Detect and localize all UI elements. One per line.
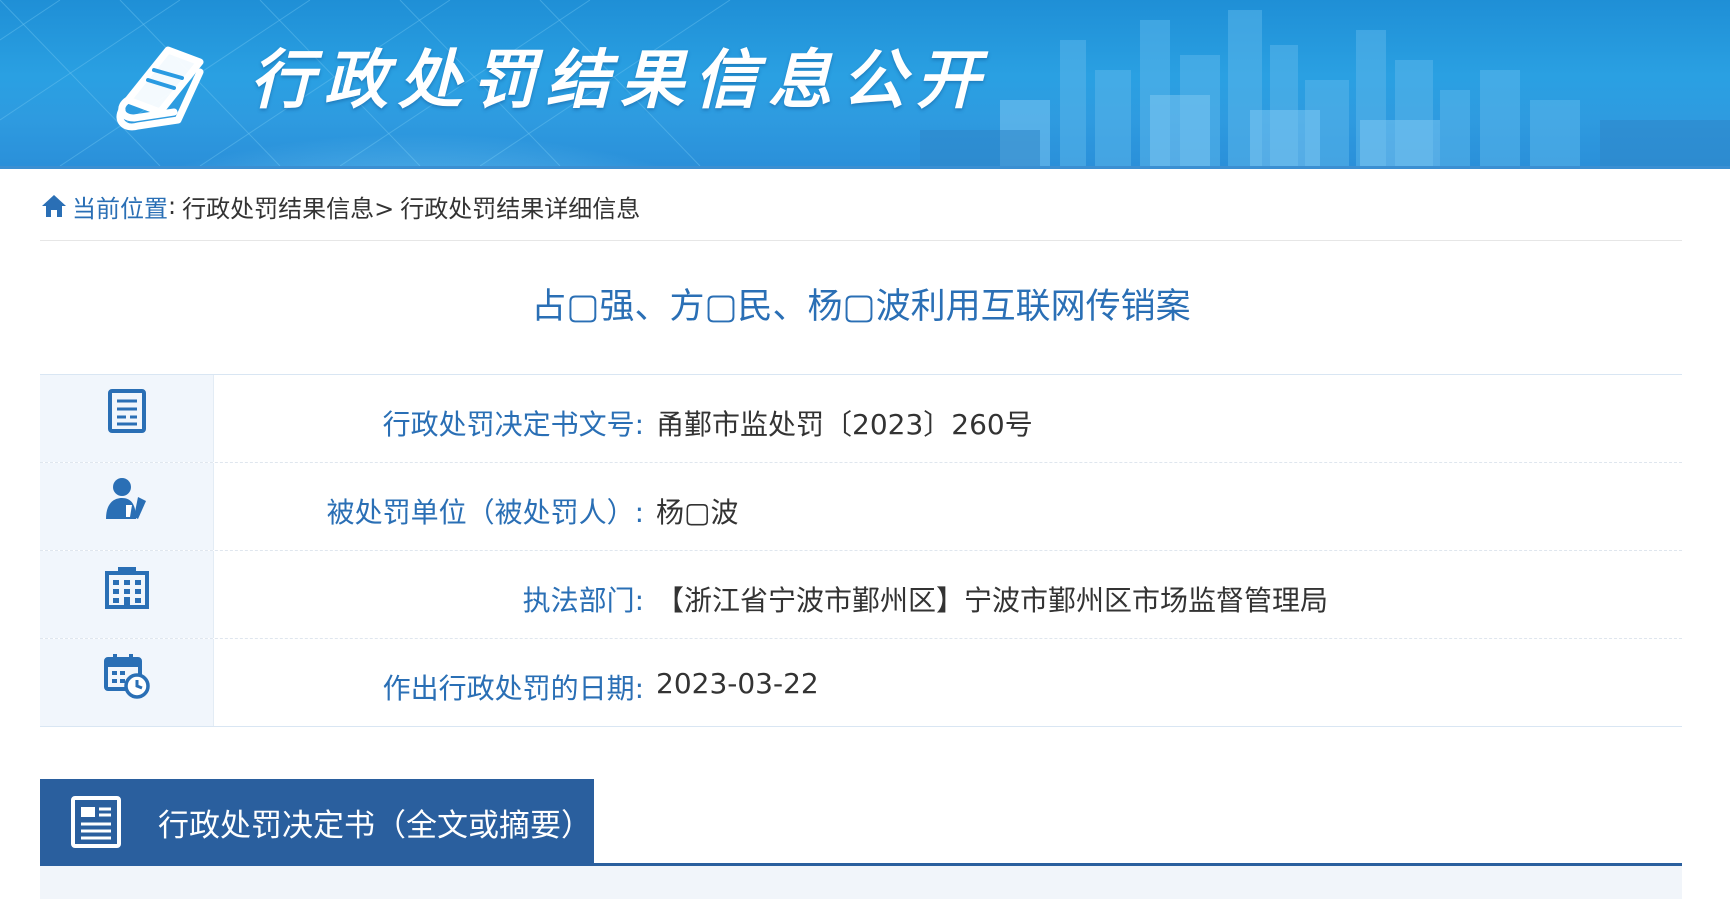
- breadcrumb-item-detail: 行政处罚结果详细信息: [400, 194, 641, 223]
- info-label: 执法部门:: [522, 584, 644, 617]
- document-list-icon: [108, 389, 146, 433]
- banner-bottom-border: [0, 166, 1730, 169]
- info-label: 作出行政处罚的日期:: [382, 672, 644, 705]
- info-row-penalty-date: 作出行政处罚的日期: 2023-03-22: [40, 639, 1682, 727]
- building-icon: [105, 567, 149, 609]
- breadcrumb: 当前位置 : 行政处罚结果信息> 行政处罚结果详细信息: [40, 186, 640, 226]
- info-value: 杨▢波: [656, 496, 739, 529]
- case-title: 占▢强、方▢民、杨▢波利用互联网传销案: [531, 287, 1191, 327]
- banner-title: 行政处罚结果信息公开: [250, 44, 990, 118]
- info-icon-cell: [40, 375, 214, 462]
- book-icon: [116, 46, 204, 131]
- home-icon: [42, 195, 66, 217]
- info-row-penalized-party: 被处罚单位（被处罚人）: 杨▢波: [40, 463, 1682, 551]
- document-icon: [71, 796, 121, 848]
- decision-section-title: 行政处罚决定书（全文或摘要）: [158, 807, 592, 844]
- info-table: 行政处罚决定书文号: 甬鄞市监处罚〔2023〕260号 被处罚单位（被处罚人）:…: [40, 374, 1682, 727]
- calendar-clock-icon: [104, 654, 150, 699]
- page-banner: 行政处罚结果信息公开: [0, 0, 1730, 169]
- breadcrumb-label: 当前位置: [72, 194, 168, 223]
- info-value: 【浙江省宁波市鄞州区】宁波市鄞州区市场监督管理局: [656, 584, 1329, 617]
- breadcrumb-divider: [40, 240, 1682, 241]
- info-row-enforcement-department: 执法部门: 【浙江省宁波市鄞州区】宁波市鄞州区市场监督管理局: [40, 551, 1682, 639]
- info-icon-cell: [40, 551, 214, 638]
- person-pen-icon: [106, 478, 146, 519]
- info-icon-cell: [40, 463, 214, 550]
- breadcrumb-item-results[interactable]: 行政处罚结果信息>: [182, 189, 394, 224]
- info-label: 被处罚单位（被处罚人）:: [326, 496, 644, 529]
- info-label: 行政处罚决定书文号:: [382, 408, 644, 441]
- info-row-document-number: 行政处罚决定书文号: 甬鄞市监处罚〔2023〕260号: [40, 375, 1682, 463]
- info-value: 2023-03-22: [656, 667, 819, 700]
- decision-section-body: [40, 866, 1682, 899]
- info-icon-cell: [40, 639, 214, 726]
- decision-section-header: 行政处罚决定书（全文或摘要）: [40, 779, 594, 865]
- breadcrumb-separator: :: [168, 192, 177, 220]
- info-value: 甬鄞市监处罚〔2023〕260号: [656, 408, 1033, 441]
